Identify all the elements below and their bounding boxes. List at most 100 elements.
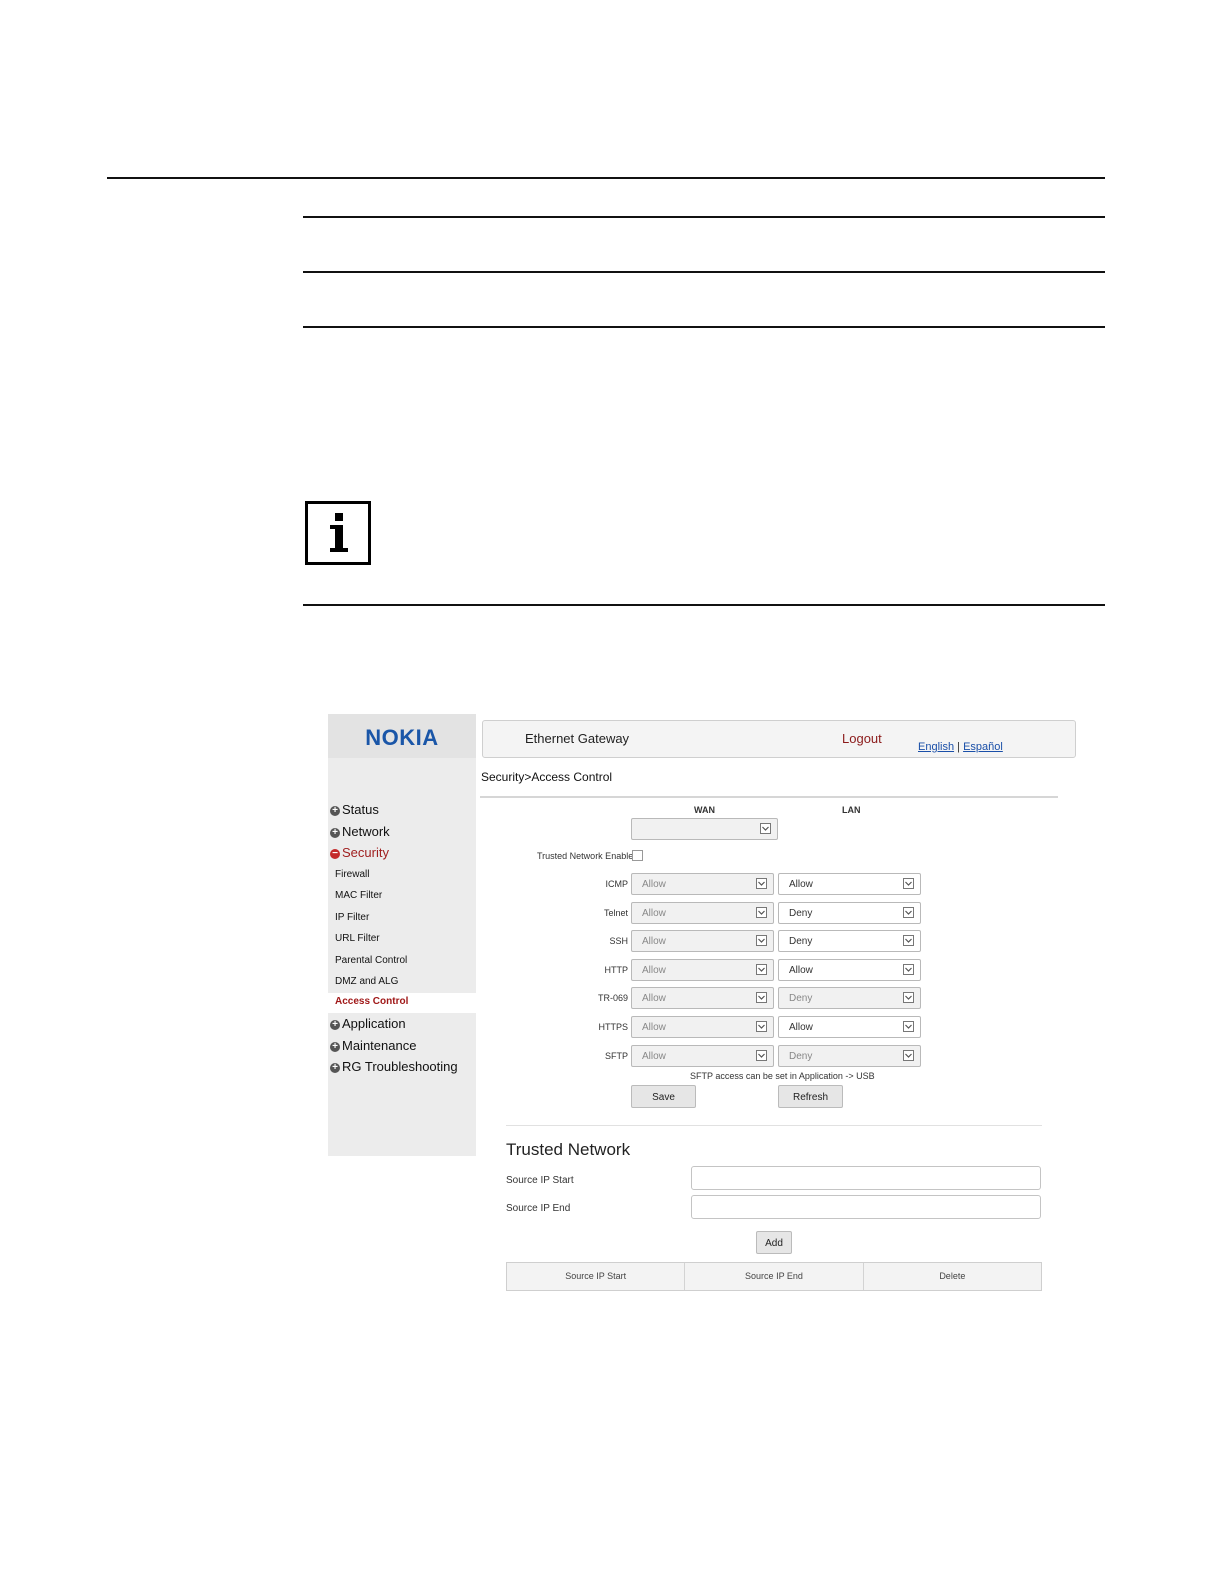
top-header: Ethernet Gateway Logout English | Españo… [482, 720, 1076, 758]
menu-maintenance[interactable]: + Maintenance [330, 1038, 416, 1053]
column-source-ip-start: Source IP Start [507, 1263, 686, 1290]
service-label: HTTPS [598, 1022, 628, 1032]
refresh-button[interactable]: Refresh [778, 1085, 843, 1108]
menu-url-filter[interactable]: URL Filter [335, 933, 380, 944]
breadcrumb-divider [480, 796, 1058, 798]
menu-firewall[interactable]: Firewall [335, 869, 369, 880]
wan-value: Allow [642, 1051, 666, 1062]
trusted-network-title: Trusted Network [506, 1140, 631, 1159]
lan-select[interactable]: Allow [778, 959, 921, 981]
chevron-down-icon [903, 1050, 914, 1061]
wan-select[interactable]: Allow [631, 959, 774, 981]
header-rule [107, 177, 1105, 179]
lan-select[interactable]: Deny [778, 930, 921, 952]
lan-value: Deny [789, 993, 813, 1004]
lang-english-link[interactable]: English [918, 741, 954, 753]
lang-espanol-link[interactable]: Español [963, 741, 1003, 753]
wan-value: Allow [642, 1022, 666, 1033]
source-ip-end-input[interactable] [691, 1195, 1041, 1219]
lang-separator: | [957, 741, 960, 753]
wan-select[interactable]: Allow [631, 930, 774, 952]
menu-security[interactable]: − Security [330, 845, 389, 860]
plus-circle-icon: + [330, 1063, 340, 1073]
minus-circle-icon: − [330, 849, 340, 859]
lan-value: Allow [789, 965, 813, 976]
add-button[interactable]: Add [756, 1231, 792, 1254]
trusted-divider [506, 1125, 1042, 1126]
lan-value: Deny [789, 908, 813, 919]
wan-column-header: WAN [694, 805, 715, 815]
plus-circle-icon: + [330, 806, 340, 816]
lan-value: Deny [789, 936, 813, 947]
wan-value: Allow [642, 965, 666, 976]
column-delete: Delete [939, 1271, 966, 1281]
menu-parental-control[interactable]: Parental Control [335, 955, 407, 966]
plus-circle-icon: + [330, 828, 340, 838]
menu-network[interactable]: + Network [330, 824, 390, 839]
lan-value: Deny [789, 1051, 813, 1062]
menu-dmz-alg[interactable]: DMZ and ALG [335, 976, 398, 987]
menu-rg-troubleshooting[interactable]: + RG Troubleshooting [330, 1059, 458, 1074]
menu-status[interactable]: + Status [330, 802, 379, 817]
chevron-down-icon [756, 992, 767, 1003]
trusted-network-enable-label: Trusted Network Enable [537, 851, 634, 861]
wan-select[interactable]: Allow [631, 873, 774, 895]
service-label: HTTP [604, 965, 629, 975]
chevron-down-icon [756, 964, 767, 975]
lan-select[interactable]: Deny [778, 902, 921, 924]
menu-application[interactable]: + Application [330, 1016, 406, 1031]
wan-value: Allow [642, 993, 666, 1004]
source-ip-end-label: Source IP End [506, 1203, 571, 1214]
gateway-screenshot: NOKIA + Status + Network − Security Firewal… [328, 712, 1080, 1302]
wan-value: Allow [642, 879, 666, 890]
trusted-table-header: Source IP Start Source IP End Delete [506, 1262, 1042, 1291]
source-ip-start-label: Source IP Start [506, 1175, 574, 1186]
note-rule [303, 604, 1105, 606]
lan-value: Allow [789, 1022, 813, 1033]
save-button[interactable]: Save [631, 1085, 696, 1108]
wan-value: Allow [642, 908, 666, 919]
sftp-note: SFTP access can be set in Application ->… [690, 1071, 875, 1081]
chevron-down-icon [903, 935, 914, 946]
menu-ip-filter[interactable]: IP Filter [335, 912, 369, 923]
app-title: Ethernet Gateway [525, 731, 630, 746]
chevron-down-icon [756, 935, 767, 946]
wan-select[interactable]: Allow [631, 1016, 774, 1038]
wan-select[interactable]: Allow [631, 902, 774, 924]
lan-select[interactable]: Allow [778, 873, 921, 895]
sidebar: NOKIA + Status + Network − Security Firewal… [328, 714, 476, 1156]
chevron-down-icon [903, 964, 914, 975]
chevron-down-icon [903, 878, 914, 889]
breadcrumb: Security>Access Control [481, 770, 613, 784]
nokia-logo: NOKIA [328, 714, 476, 758]
section-rule-1 [303, 216, 1105, 218]
wan-value: Allow [642, 936, 666, 947]
chevron-down-icon [903, 907, 914, 918]
logout-link[interactable]: Logout [842, 731, 882, 746]
wan-select[interactable]: Allow [631, 1045, 774, 1067]
service-label: SSH [609, 936, 628, 946]
plus-circle-icon: + [330, 1042, 340, 1052]
column-source-ip-end: Source IP End [685, 1263, 864, 1290]
wan-interface-select[interactable] [631, 818, 778, 840]
trusted-network-enable-checkbox[interactable] [632, 850, 643, 861]
service-label: Telnet [603, 908, 628, 918]
language-switch: English | Español [918, 741, 1003, 753]
menu-mac-filter[interactable]: MAC Filter [335, 890, 382, 901]
menu-access-control[interactable]: Access Control [328, 993, 476, 1013]
source-ip-start-input[interactable] [691, 1166, 1041, 1190]
lan-select[interactable]: Allow [778, 1016, 921, 1038]
info-icon [305, 501, 371, 565]
lan-column-header: LAN [842, 805, 861, 815]
chevron-down-icon [903, 992, 914, 1003]
lan-select[interactable]: Deny [778, 987, 921, 1009]
chevron-down-icon [756, 1021, 767, 1032]
chevron-down-icon [760, 823, 771, 834]
service-label: TR-069 [597, 993, 628, 1003]
service-label: SFTP [604, 1051, 628, 1061]
wan-select[interactable]: Allow [631, 987, 774, 1009]
chevron-down-icon [756, 878, 767, 889]
chevron-down-icon [756, 1050, 767, 1061]
chevron-down-icon [756, 907, 767, 918]
lan-select[interactable]: Deny [778, 1045, 921, 1067]
